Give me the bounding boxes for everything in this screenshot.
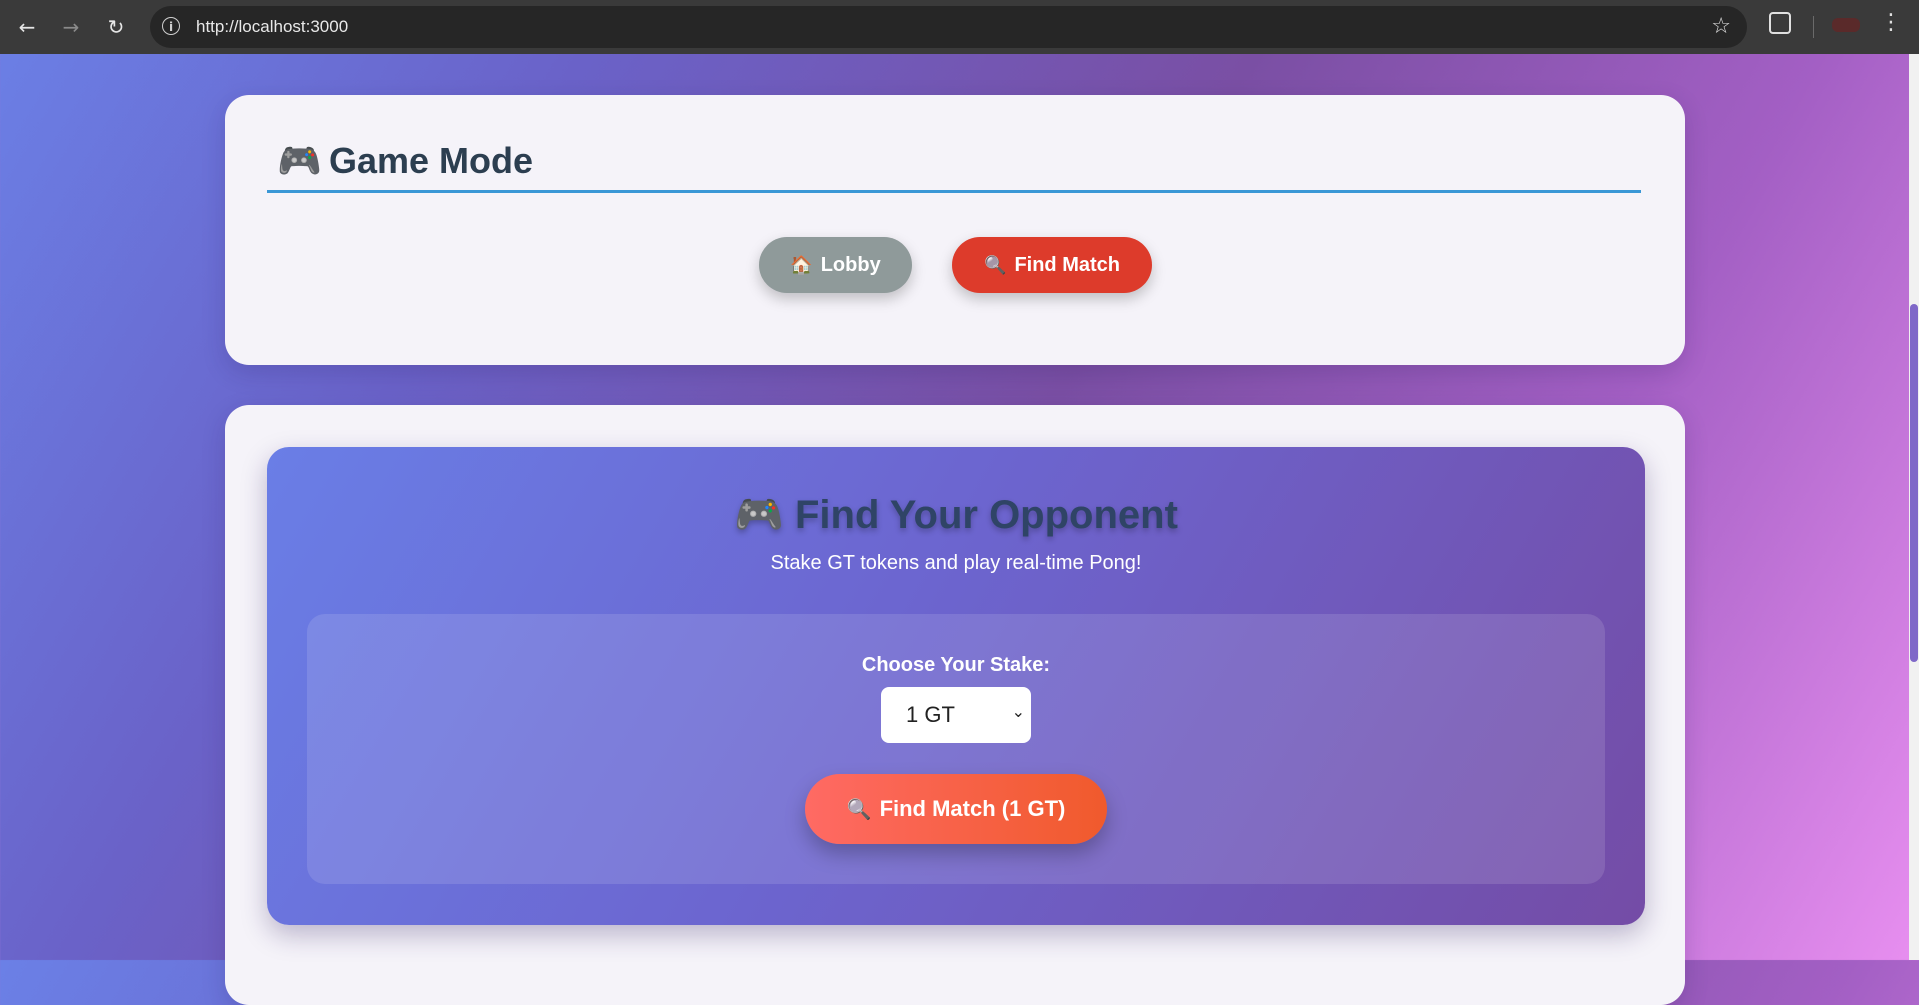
game-mode-header: 🎮 Game Mode [267,140,1641,193]
chevron-down-icon: ⌄ [1011,702,1025,721]
find-match-mode-label: Find Match [1014,253,1120,276]
toolbar-divider [1813,16,1814,38]
address-bar[interactable]: i http://localhost:3000 ☆ [150,6,1747,48]
stake-select[interactable]: 1 GT ⌄ [881,687,1031,743]
url-text[interactable]: http://localhost:3000 [196,17,348,37]
stake-selected-value: 1 GT [906,702,955,727]
extensions-icon[interactable] [1769,12,1791,34]
find-opponent-title-text: Find Your Opponent [795,493,1178,537]
reload-icon[interactable]: ↻ [101,12,131,42]
site-info-icon[interactable]: i [162,17,180,35]
game-mode-card: 🎮 Game Mode 🏠 Lobby 🔍 Find Match [225,95,1685,365]
lobby-button[interactable]: 🏠 Lobby [759,237,912,293]
scrollbar-track[interactable] [1909,54,1919,960]
forward-icon[interactable]: → [56,12,86,42]
find-opponent-subtitle: Stake GT tokens and play real-time Pong! [770,552,1142,574]
matchmaking-card: 🎮 Find Your Opponent Stake GT tokens and… [225,405,1685,1005]
stake-section: Choose Your Stake: 1 GT ⌄ 🔍 Find Match (… [307,614,1605,884]
find-match-mode-button[interactable]: 🔍 Find Match [952,237,1152,293]
lobby-button-label: Lobby [820,253,881,276]
back-icon[interactable]: ← [12,12,42,42]
scrollbar-thumb[interactable] [1910,304,1918,662]
magnifier-icon: 🔍 [984,254,1007,275]
bookmark-star-icon[interactable]: ☆ [1711,14,1731,39]
game-mode-title: Game Mode [329,140,534,181]
stake-label: Choose Your Stake: [861,654,1051,676]
find-match-button-label: Find Match (1 GT) [879,796,1066,821]
menu-icon[interactable]: ⋮ [1880,10,1902,35]
profile-avatar[interactable] [1832,18,1860,32]
gamepad-icon: 🎮 [734,493,784,537]
magnifier-icon: 🔍 [846,798,872,821]
find-opponent-title: 🎮 Find Your Opponent [267,491,1645,538]
house-icon: 🏠 [790,254,813,275]
gamepad-icon: 🎮 [277,140,322,181]
find-opponent-panel: 🎮 Find Your Opponent Stake GT tokens and… [267,447,1645,925]
browser-toolbar: ← → ↻ i http://localhost:3000 ☆ ⋮ [0,0,1919,54]
find-match-button[interactable]: 🔍 Find Match (1 GT) [805,774,1107,844]
